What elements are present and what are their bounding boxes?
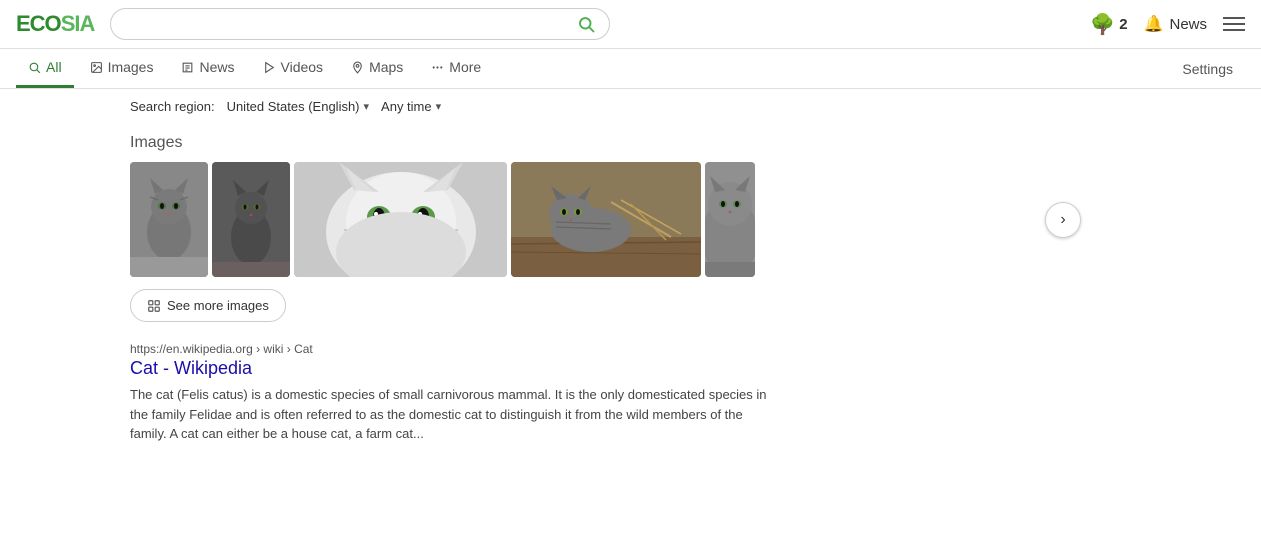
tree-count: 2 [1119, 16, 1127, 33]
tree-icon: 🌳 [1090, 12, 1115, 37]
result-snippet: The cat (Felis catus) is a domestic spec… [130, 385, 770, 444]
settings-button[interactable]: Settings [1170, 51, 1245, 87]
all-icon [28, 61, 41, 74]
tab-all-label: All [46, 59, 62, 75]
time-dropdown[interactable]: Any time ▾ [381, 99, 441, 114]
search-result: https://en.wikipedia.org › wiki › Cat Ca… [130, 342, 1131, 444]
cat-image-4[interactable] [511, 162, 701, 277]
hamburger-line [1223, 23, 1245, 25]
news-button[interactable]: 🔔 News [1144, 14, 1207, 34]
tab-news[interactable]: News [169, 49, 246, 88]
time-chevron-icon: ▾ [436, 100, 442, 113]
cat2-svg [212, 162, 290, 277]
tab-news-label: News [199, 59, 234, 75]
region-dropdown[interactable]: United States (English) ▾ [227, 99, 369, 114]
bell-icon: 🔔 [1144, 14, 1164, 34]
images-section: Images [130, 134, 1131, 322]
tab-more-label: More [449, 59, 481, 75]
cat3-svg [294, 162, 507, 277]
tab-maps-label: Maps [369, 59, 403, 75]
images-icon [90, 61, 103, 74]
cat-image-1[interactable] [130, 162, 208, 277]
more-icon [431, 61, 444, 74]
nav-tabs: All Images News Videos Maps More Setting… [0, 49, 1261, 89]
search-bar: cats [110, 8, 610, 40]
cat4-svg [511, 162, 701, 277]
cat-image-5[interactable] [705, 162, 755, 277]
time-value: Any time [381, 99, 432, 114]
cat-image-3[interactable] [294, 162, 507, 277]
tab-videos[interactable]: Videos [251, 49, 336, 88]
tab-maps[interactable]: Maps [339, 49, 415, 88]
images-label: Images [130, 134, 1131, 152]
region-chevron-icon: ▾ [364, 100, 370, 113]
maps-icon [351, 61, 364, 74]
hamburger-line [1223, 29, 1245, 31]
image-next-button[interactable]: › [1045, 202, 1081, 238]
region-label: Search region: [130, 99, 215, 114]
cat1-svg [130, 162, 208, 277]
tab-videos-label: Videos [281, 59, 324, 75]
filters-row: Search region: United States (English) ▾… [0, 89, 1261, 124]
images-strip: › [130, 162, 1131, 277]
search-button[interactable] [577, 15, 595, 33]
tab-more[interactable]: More [419, 49, 493, 88]
search-input[interactable]: cats [125, 16, 577, 33]
result-url: https://en.wikipedia.org › wiki › Cat [130, 342, 1131, 356]
logo[interactable]: ECOSIA [16, 11, 94, 37]
header-right: 🌳 2 🔔 News [1090, 12, 1245, 37]
result-title[interactable]: Cat - Wikipedia [130, 358, 1131, 379]
videos-icon [263, 61, 276, 74]
tab-all[interactable]: All [16, 49, 74, 88]
hamburger-line [1223, 17, 1245, 19]
tab-images-label: Images [108, 59, 154, 75]
news-label: News [1169, 16, 1207, 33]
news-nav-icon [181, 61, 194, 74]
cat-image-2[interactable] [212, 162, 290, 277]
header: ECOSIA cats 🌳 2 🔔 News [0, 0, 1261, 49]
see-more-label: See more images [167, 298, 269, 313]
menu-button[interactable] [1223, 17, 1245, 31]
tab-images[interactable]: Images [78, 49, 166, 88]
main-content: Images [0, 124, 1261, 464]
region-value: United States (English) [227, 99, 360, 114]
cat5-svg [705, 162, 755, 277]
see-more-icon [147, 299, 161, 313]
tree-counter: 🌳 2 [1090, 12, 1127, 37]
see-more-images-button[interactable]: See more images [130, 289, 286, 322]
settings-label: Settings [1182, 61, 1233, 77]
